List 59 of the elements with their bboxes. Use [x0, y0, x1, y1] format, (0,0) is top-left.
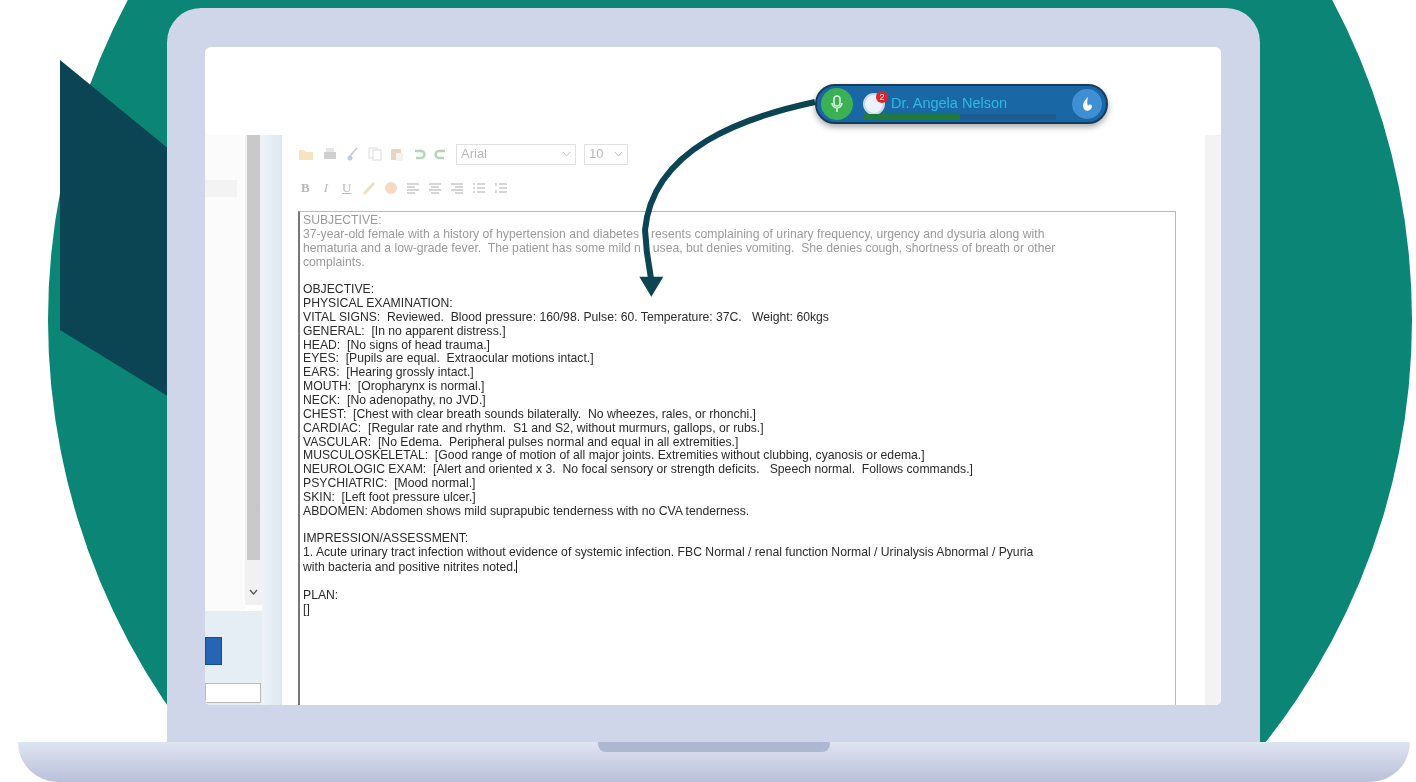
- input-field[interactable]: [205, 683, 261, 703]
- note-line: PHYSICAL EXAMINATION:: [303, 297, 453, 311]
- note-line: OBJECTIVE:: [303, 283, 375, 298]
- note-line: GENERAL: [In no apparent distress.]: [303, 324, 506, 339]
- note-line: MUSCULOSKELETAL: [Good range of motion of all major joints. Extremities without clubbing, cyanosis or edema.]: [303, 449, 925, 464]
- flame-button[interactable]: [1072, 89, 1102, 119]
- note-line: resents complaining of urinary frequency, urgency and dysuria along with: [651, 226, 1045, 241]
- user-name: Dr. Angela Nelson: [891, 94, 1008, 114]
- highlighter-icon[interactable]: [362, 181, 377, 195]
- note-line: EYES: [Pupils are equal. Extraocular motions intact.]: [303, 352, 594, 367]
- side-button[interactable]: [205, 637, 222, 665]
- note-line: hematuria and a low-grade fever. The patient has some mild n: [303, 240, 641, 255]
- note-line: PSYCHIATRIC: [Mood normal.]: [303, 477, 476, 491]
- undo-icon[interactable]: [412, 148, 426, 160]
- paste-icon[interactable]: [390, 147, 404, 161]
- notification-button[interactable]: 2: [863, 93, 885, 115]
- notification-count: 2: [876, 91, 888, 103]
- print-icon[interactable]: [322, 147, 338, 161]
- format-button[interactable]: I: [320, 178, 331, 198]
- microphone-icon[interactable]: [830, 95, 844, 113]
- note-line: with bacteria and positive nitrites noted.: [303, 560, 518, 575]
- note-line: NEUROLOGIC EXAM: [Alert and oriented x 3. No focal sensory or strength deficits. Speech normal. Follows commands.]: [303, 463, 973, 478]
- align-left-icon[interactable]: [406, 182, 421, 194]
- note-line: IMPRESSION/ASSESSMENT:: [303, 532, 469, 547]
- bullet-list-icon[interactable]: [472, 182, 487, 194]
- note-line: complaints.: [303, 255, 365, 270]
- copy-icon[interactable]: [368, 147, 382, 161]
- note-text-area[interactable]: [298, 211, 1176, 705]
- scrollbar[interactable]: [245, 135, 262, 605]
- note-line: HEAD: [No signs of head trauma.]: [303, 338, 490, 353]
- note-line: SKIN: [Left foot pressure ulcer.]: [303, 490, 476, 505]
- font-size-select[interactable]: 10: [584, 143, 628, 165]
- note-line: ABDOMEN: Abdomen shows mild suprapubic tenderness with no CVA tenderness.: [303, 504, 750, 519]
- microphone-button[interactable]: [821, 88, 853, 120]
- chevron-down-icon[interactable]: [249, 589, 258, 595]
- scrollbar-thumb[interactable]: [247, 135, 260, 560]
- redo-icon[interactable]: [434, 148, 448, 160]
- note-line: usea, but denies vomiting. She denies cough, shortness of breath or other: [652, 240, 1056, 255]
- align-center-icon[interactable]: [428, 182, 443, 194]
- font-select[interactable]: Arial: [456, 143, 576, 165]
- note-line: 37-year-old female with a history of hypertension and diabetes: [303, 226, 640, 241]
- palette-icon[interactable]: [384, 181, 399, 195]
- format-button[interactable]: B: [298, 178, 313, 198]
- align-right-icon[interactable]: [450, 182, 465, 194]
- note-line: PLAN:: [303, 588, 339, 603]
- note-line: CHEST: [Chest with clear breath sounds bilaterally. No wheezes, rales, or rhonchi.]: [303, 407, 756, 422]
- note-line: []: [303, 602, 310, 617]
- note-line: SUBJECTIVE:: [303, 214, 382, 228]
- numbered-list-icon[interactable]: [494, 182, 509, 194]
- note-line: MOUTH: [Oropharynx is normal.]: [303, 380, 485, 394]
- note-line: EARS: [Hearing grossly intact.]: [303, 366, 474, 381]
- note-line: VITAL SIGNS: Reviewed. Blood pressure: 160/98. Pulse: 60. Temperature: 37C. Weight: 60kgs: [303, 310, 829, 325]
- flame-icon[interactable]: [1081, 96, 1093, 112]
- folder-icon[interactable]: [298, 147, 314, 161]
- note-line: 1. Acute urinary tract infection without evidence of systemic infection. FBC Normal / renal function Normal / Urinalysis Abnormal / Pyuria: [303, 546, 1034, 561]
- note-line: VASCULAR: [No Edema. Peripheral pulses normal and equal in all extremities.]: [303, 435, 739, 450]
- note-line: NECK: [No adenopathy, no JVD.]: [303, 393, 486, 408]
- note-line: CARDIAC: [Regular rate and rhythm. S1 and S2, without murmurs, gallops, or rubs.]: [303, 421, 764, 436]
- format-button[interactable]: U: [339, 178, 355, 198]
